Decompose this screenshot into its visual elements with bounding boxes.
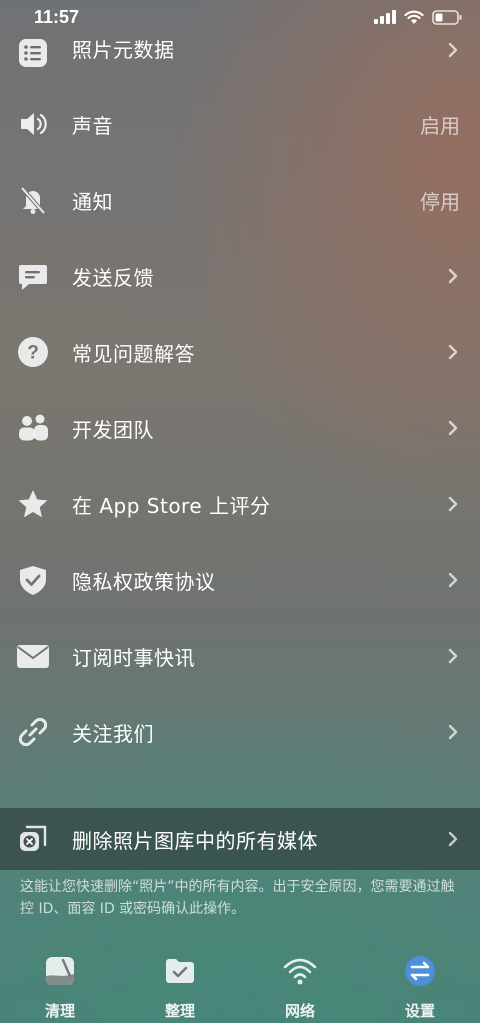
menu-item-rate-app[interactable]: 在 App Store 上评分 xyxy=(0,466,480,542)
chevron-right-icon xyxy=(446,829,460,849)
envelope-icon xyxy=(16,639,50,673)
message-icon xyxy=(16,259,50,293)
menu-item-notifications[interactable]: 通知 停用 xyxy=(0,162,480,238)
menu-item-label: 声音 xyxy=(72,113,113,138)
menu-item-photo-metadata[interactable]: 照片元数据 xyxy=(0,12,480,86)
list-icon xyxy=(16,36,50,70)
chevron-right-icon xyxy=(446,494,460,514)
menu-item-label: 通知 xyxy=(72,189,113,214)
menu-item-label: 隐私权政策协议 xyxy=(72,569,216,594)
bell-slash-icon xyxy=(16,183,50,217)
menu-item-dev-team[interactable]: 开发团队 xyxy=(0,390,480,466)
menu-item-label: 常见问题解答 xyxy=(72,341,195,366)
tab-clean[interactable]: 清理 xyxy=(0,950,120,1023)
tab-label: 整理 xyxy=(164,1002,195,1020)
menu-item-privacy-policy[interactable]: 隐私权政策协议 xyxy=(0,542,480,618)
shield-check-icon xyxy=(16,563,50,597)
menu-item-label: 发送反馈 xyxy=(72,265,154,290)
question-icon: ? xyxy=(16,335,50,369)
menu-item-label: 照片元数据 xyxy=(72,38,175,62)
menu-item-follow-us[interactable]: 关注我们 xyxy=(0,694,480,770)
menu-item-faq[interactable]: ? 常见问题解答 xyxy=(0,314,480,390)
menu-item-send-feedback[interactable]: 发送反馈 xyxy=(0,238,480,314)
chevron-right-icon xyxy=(446,342,460,362)
clean-icon xyxy=(43,950,77,992)
svg-text:?: ? xyxy=(27,343,39,364)
menu-item-label: 关注我们 xyxy=(72,721,154,746)
delete-footnote: 这能让您快速删除“照片”中的所有内容。出于安全原因，您需要通过触控 ID、面容 … xyxy=(20,879,455,917)
settings-icon xyxy=(403,950,437,992)
tab-network[interactable]: 网络 xyxy=(240,950,360,1023)
tab-settings[interactable]: 设置 xyxy=(360,950,480,1023)
chevron-right-icon xyxy=(446,646,460,666)
menu-item-label: 开发团队 xyxy=(72,417,154,442)
chevron-right-icon xyxy=(446,722,460,742)
tab-label: 清理 xyxy=(44,1002,75,1020)
menu-item-newsletter[interactable]: 订阅时事快讯 xyxy=(0,618,480,694)
menu-item-sound[interactable]: 声音 启用 xyxy=(0,86,480,162)
menu-item-label: 在 App Store 上评分 xyxy=(72,493,271,518)
settings-menu: 照片元数据 声音 启用 通知 停用 发送反馈 ? 常见问题解答 开发团队 在 A… xyxy=(0,12,480,770)
delete-all-media-label: 删除照片图库中的所有媒体 xyxy=(72,828,318,853)
chevron-right-icon xyxy=(446,570,460,590)
tab-organize[interactable]: 整理 xyxy=(120,950,240,1023)
tab-label: 设置 xyxy=(404,1002,435,1020)
tab-label: 网络 xyxy=(284,1002,315,1020)
link-icon xyxy=(16,715,50,749)
tab-bar: 清理 整理 网络 设置 xyxy=(0,950,480,1023)
chevron-right-icon xyxy=(446,266,460,286)
menu-item-label: 订阅时事快讯 xyxy=(72,645,195,670)
star-icon xyxy=(16,487,50,521)
delete-all-media-row[interactable]: 删除照片图库中的所有媒体 xyxy=(0,808,480,870)
speaker-icon xyxy=(16,107,50,141)
delete-library-icon xyxy=(16,822,50,856)
people-icon xyxy=(16,411,50,445)
sound-status: 启用 xyxy=(420,113,460,138)
organize-icon xyxy=(163,950,197,992)
network-icon xyxy=(282,950,318,992)
chevron-right-icon xyxy=(446,40,460,60)
notifications-status: 停用 xyxy=(420,189,460,214)
chevron-right-icon xyxy=(446,418,460,438)
